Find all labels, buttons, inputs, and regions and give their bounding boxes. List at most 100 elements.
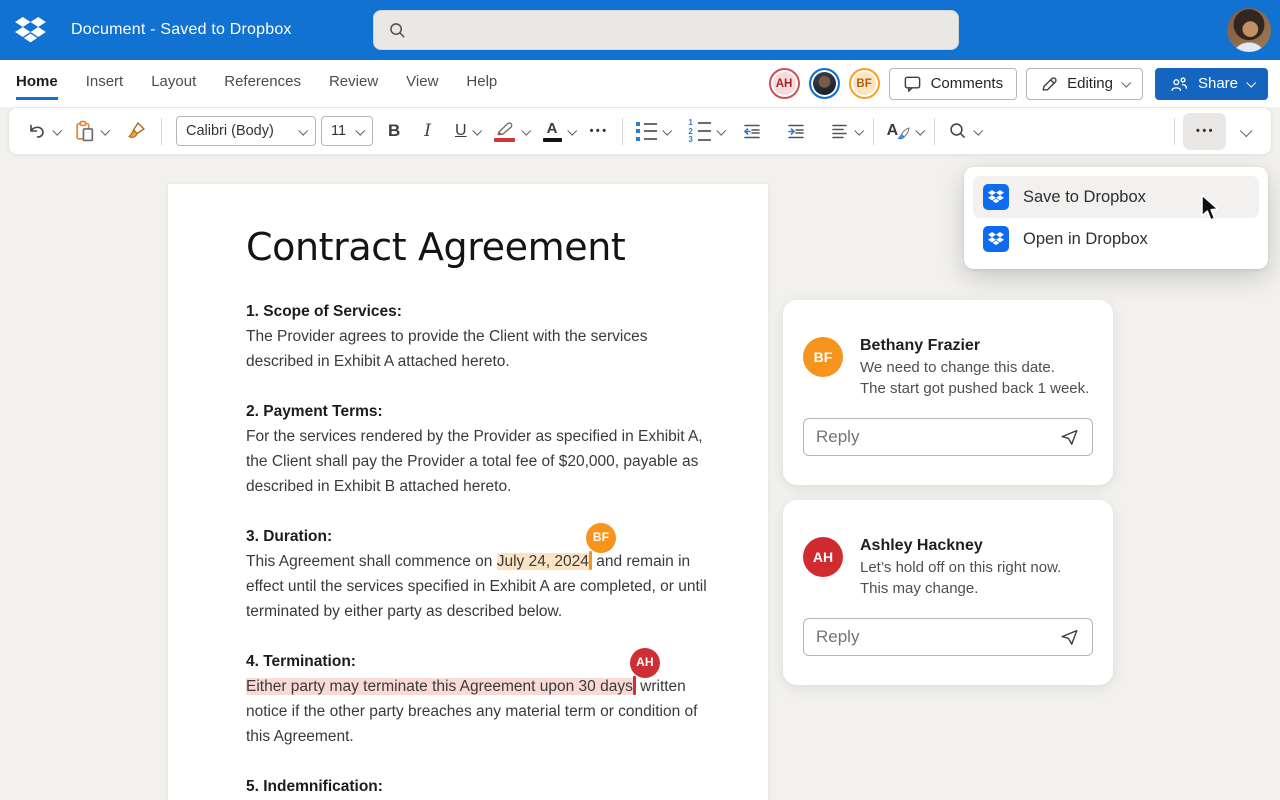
chevron-down-icon bbox=[521, 125, 531, 135]
undo-menu-chevron[interactable] bbox=[52, 128, 63, 135]
section-body: The Provider agrees to provide the Clien… bbox=[246, 324, 718, 374]
global-search-bar[interactable] bbox=[373, 10, 959, 50]
tab-help[interactable]: Help bbox=[466, 67, 497, 100]
section-heading: 3. Duration: bbox=[246, 524, 718, 549]
collab-badge-ah[interactable]: AH bbox=[630, 648, 660, 678]
collab-caret-bf: BF bbox=[589, 551, 592, 570]
comment-author: Ashley Hackney bbox=[860, 537, 1061, 555]
reply-input[interactable] bbox=[816, 627, 1058, 647]
bold-button[interactable]: B bbox=[383, 113, 405, 149]
section-body: This Agreement shall commence on July 24… bbox=[246, 549, 718, 624]
share-button-label: Share bbox=[1198, 75, 1238, 92]
tab-references[interactable]: References bbox=[224, 67, 301, 100]
divider bbox=[1174, 118, 1175, 145]
font-size-select[interactable]: 11 bbox=[321, 116, 373, 146]
tab-home[interactable]: Home bbox=[16, 67, 58, 100]
format-painter-icon bbox=[126, 121, 148, 141]
chevron-down-icon bbox=[1240, 124, 1253, 137]
ribbon-actions: AH BF Comments Editing Share bbox=[769, 68, 1268, 100]
highlight-menu-chevron[interactable] bbox=[521, 128, 532, 135]
chevron-down-icon bbox=[1246, 78, 1256, 88]
tab-review[interactable]: Review bbox=[329, 67, 378, 100]
reply-box bbox=[803, 618, 1093, 656]
section-payment: 2. Payment Terms: For the services rende… bbox=[246, 399, 718, 499]
styles-chevron[interactable] bbox=[915, 128, 926, 135]
alignment-chevron[interactable] bbox=[854, 128, 865, 135]
tab-insert[interactable]: Insert bbox=[86, 67, 124, 100]
section-scope: 1. Scope of Services: The Provider agree… bbox=[246, 299, 718, 374]
ellipsis-icon: ••• bbox=[1194, 125, 1215, 137]
find-chevron[interactable] bbox=[973, 128, 984, 135]
decrease-indent-button[interactable] bbox=[737, 113, 767, 149]
pencil-icon bbox=[1040, 75, 1058, 93]
highlighted-text-termination[interactable]: Either party may terminate this Agreemen… bbox=[246, 678, 633, 695]
section-body: Either party may terminate this Agreemen… bbox=[246, 674, 718, 749]
tab-view[interactable]: View bbox=[406, 67, 438, 100]
dropbox-logo-icon bbox=[15, 17, 46, 44]
editing-mode-button[interactable]: Editing bbox=[1026, 68, 1143, 100]
chevron-down-icon bbox=[973, 125, 983, 135]
dropbox-app-icon bbox=[983, 184, 1009, 210]
chevron-down-icon bbox=[854, 125, 864, 135]
font-family-select[interactable]: Calibri (Body) bbox=[176, 116, 316, 146]
tab-layout[interactable]: Layout bbox=[151, 67, 196, 100]
chevron-down-icon bbox=[298, 125, 308, 135]
formatting-toolbar: Calibri (Body) 11 B I U A ••• bbox=[8, 107, 1272, 155]
ribbon-tabs: Home Insert Layout References Review Vie… bbox=[16, 67, 497, 100]
undo-button[interactable] bbox=[21, 113, 52, 149]
styles-button[interactable]: A bbox=[882, 113, 916, 149]
bullet-list-chevron[interactable] bbox=[662, 128, 673, 135]
presence-avatar-photo[interactable] bbox=[809, 68, 840, 99]
underline-menu-chevron[interactable] bbox=[472, 128, 483, 135]
chevron-down-icon bbox=[915, 125, 925, 135]
document-page[interactable]: Contract Agreement 1. Scope of Services:… bbox=[168, 184, 768, 800]
reply-input[interactable] bbox=[816, 427, 1058, 447]
comment-card-bethany: BF Bethany Frazier We need to change thi… bbox=[783, 300, 1113, 485]
comment-avatar-ah: AH bbox=[803, 537, 843, 577]
more-formatting-button[interactable]: ••• bbox=[588, 113, 614, 149]
send-icon[interactable] bbox=[1058, 426, 1080, 448]
paste-button[interactable] bbox=[69, 113, 100, 149]
text-highlight-button[interactable] bbox=[489, 113, 521, 149]
presence-avatar-ah[interactable]: AH bbox=[769, 68, 800, 99]
collapse-ribbon-button[interactable] bbox=[1240, 127, 1253, 136]
menu-item-open-in-dropbox[interactable]: Open in Dropbox bbox=[973, 218, 1259, 260]
collab-badge-bf[interactable]: BF bbox=[586, 523, 616, 553]
collab-caret-ah: AH bbox=[633, 676, 636, 695]
chevron-down-icon bbox=[355, 125, 365, 135]
comments-button[interactable]: Comments bbox=[889, 68, 1018, 100]
font-color-button[interactable]: A bbox=[538, 113, 567, 149]
underline-button[interactable]: U bbox=[450, 113, 472, 149]
format-painter-button[interactable] bbox=[121, 113, 153, 149]
font-family-value: Calibri (Body) bbox=[186, 123, 274, 139]
section-indemnification: 5. Indemnification: The Client shall ind… bbox=[246, 774, 718, 800]
chevron-down-icon bbox=[52, 125, 62, 135]
bullet-list-icon bbox=[636, 122, 657, 141]
bullet-list-button[interactable] bbox=[631, 113, 662, 149]
alignment-button[interactable] bbox=[825, 113, 854, 149]
font-color-bar bbox=[543, 138, 562, 142]
chevron-down-icon bbox=[472, 125, 482, 135]
comments-button-label: Comments bbox=[931, 75, 1004, 92]
share-button[interactable]: Share bbox=[1155, 68, 1268, 100]
find-button[interactable] bbox=[943, 113, 973, 149]
numbered-list-button[interactable]: 1 2 3 bbox=[683, 113, 716, 149]
paste-menu-chevron[interactable] bbox=[100, 128, 111, 135]
send-icon[interactable] bbox=[1058, 626, 1080, 648]
global-search-input[interactable] bbox=[417, 22, 944, 39]
comment-card-ashley: AH Ashley Hackney Let’s hold off on this… bbox=[783, 500, 1113, 685]
toolbar-overflow-button[interactable]: ••• bbox=[1183, 113, 1226, 150]
mouse-cursor bbox=[1197, 193, 1223, 223]
divider bbox=[934, 118, 935, 145]
font-color-menu-chevron[interactable] bbox=[567, 128, 578, 135]
divider bbox=[622, 118, 623, 145]
highlighted-text-date[interactable]: July 24, 2024 bbox=[497, 553, 589, 570]
styles-brush-icon bbox=[896, 126, 910, 140]
user-avatar[interactable] bbox=[1227, 8, 1271, 52]
presence-avatar-bf[interactable]: BF bbox=[849, 68, 880, 99]
section-duration: 3. Duration: This Agreement shall commen… bbox=[246, 524, 718, 624]
chevron-down-icon bbox=[1121, 78, 1131, 88]
italic-button[interactable]: I bbox=[419, 113, 436, 149]
numbered-list-chevron[interactable] bbox=[716, 128, 727, 135]
increase-indent-button[interactable] bbox=[781, 113, 811, 149]
